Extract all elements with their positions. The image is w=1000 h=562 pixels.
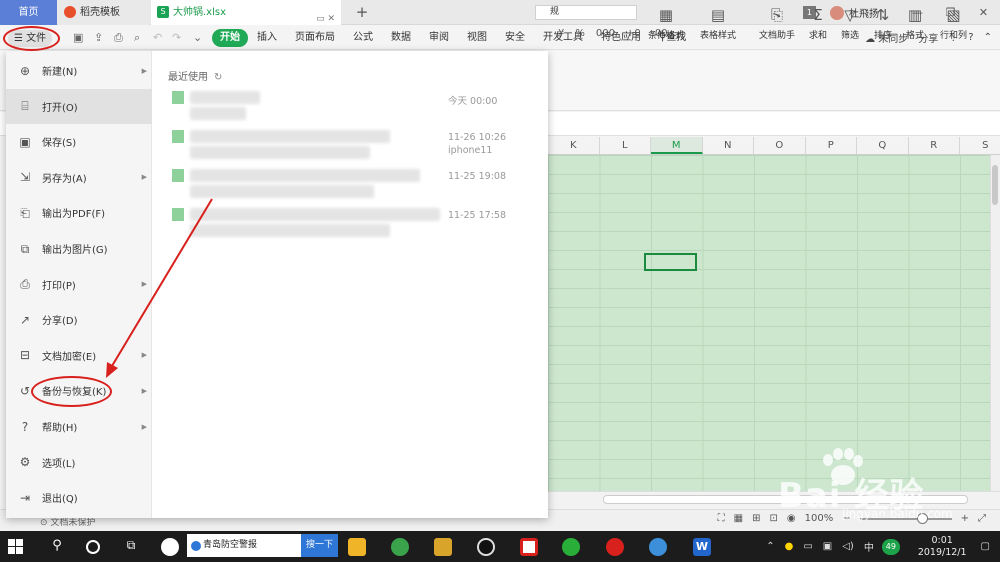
search-taskbar-icon[interactable]: ⚲	[48, 538, 66, 556]
network-icon[interactable]: ▣	[823, 541, 832, 552]
clock[interactable]: 0:01 2019/12/1	[918, 535, 967, 559]
windows-start-icon[interactable]	[8, 539, 23, 554]
taskbar-search-text: 青岛防空警报	[203, 540, 258, 550]
watermark-url: jingyan.baidu.com	[842, 507, 953, 521]
file-explorer-icon[interactable]	[348, 538, 366, 556]
system-tray: ⌃ ● ▭ ▣ ◁) 中 49 0:01 2019/12/1 ▢	[766, 531, 1000, 562]
clock-date: 2019/12/1	[917, 546, 967, 558]
tray-expand-icon[interactable]: ⌃	[766, 541, 774, 552]
wps-taskbar-icon[interactable]: W	[693, 538, 711, 556]
tray-badge[interactable]: 49	[881, 538, 900, 555]
power-app-icon[interactable]	[606, 538, 624, 556]
volume-icon[interactable]: ◁)	[842, 541, 854, 552]
notification-icon[interactable]: ▢	[981, 541, 990, 552]
browser-e-icon	[191, 541, 201, 551]
ime-indicator[interactable]: 中	[864, 539, 874, 554]
browser-green-icon[interactable]	[391, 538, 409, 556]
taskbar-search-button[interactable]: 搜一下	[301, 534, 338, 557]
windows-taskbar: ⚲ ⧉ 青岛防空警报 搜一下 W ⌃ ● ▭ ▣ ◁) 中 49 0:01 20…	[0, 531, 1000, 562]
app-gold-icon[interactable]	[434, 538, 452, 556]
clock-time: 0:01	[931, 534, 953, 546]
taskbar-search-input[interactable]: 青岛防空警报	[187, 534, 301, 557]
battery-icon[interactable]: ▭	[803, 541, 812, 552]
cortana-icon[interactable]	[86, 540, 100, 554]
qq-icon[interactable]	[477, 538, 495, 556]
task-view-icon[interactable]: ⧉	[122, 538, 140, 556]
wechat-icon[interactable]	[562, 538, 580, 556]
penguin-app-icon[interactable]	[649, 538, 667, 556]
tray-app-icon[interactable]: ●	[785, 541, 794, 552]
pinwheel-app-icon[interactable]	[161, 538, 179, 556]
app-red-icon[interactable]	[520, 538, 538, 556]
